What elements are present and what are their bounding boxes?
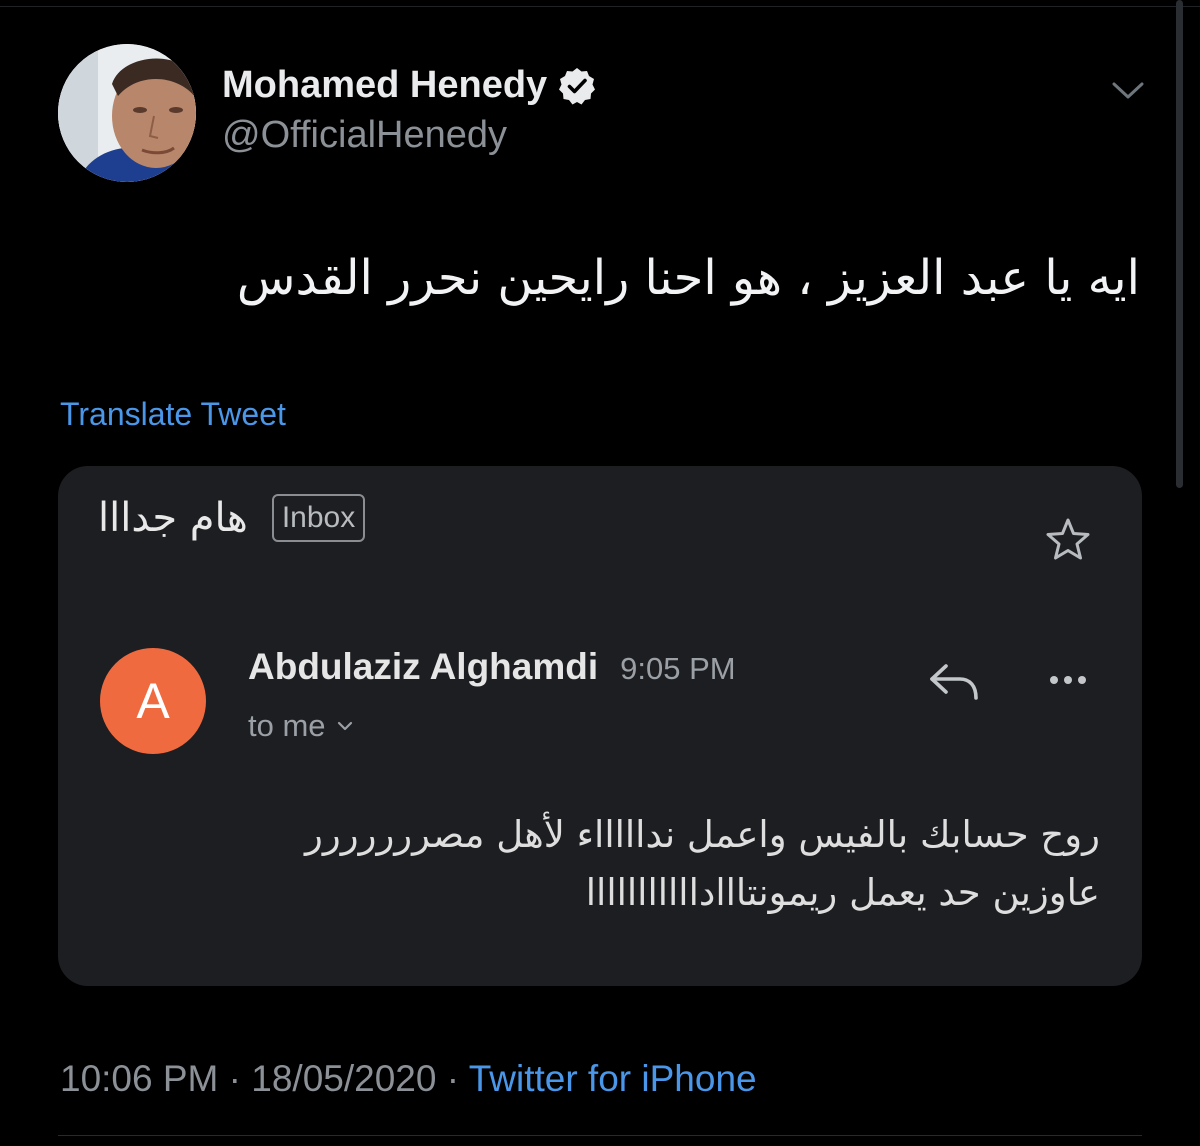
tweet-time[interactable]: 10:06 PM xyxy=(60,1058,218,1099)
sender-avatar: A xyxy=(100,648,206,754)
chevron-down-icon xyxy=(1112,82,1144,99)
star-icon xyxy=(1046,518,1090,560)
translate-tweet-link[interactable]: Translate Tweet xyxy=(60,396,286,433)
more-icon xyxy=(1050,676,1086,684)
verified-badge-icon xyxy=(557,66,597,106)
email-body: روح حسابك بالفيس واعمل نداااااء لأهل مصر… xyxy=(305,806,1100,922)
recipient-line: to me xyxy=(248,708,354,744)
tweet-date[interactable]: 18/05/2020 xyxy=(251,1058,436,1099)
star-button xyxy=(1040,512,1096,568)
tweet-meta: 10:06 PM · 18/05/2020 · Twitter for iPho… xyxy=(60,1058,757,1100)
email-subject: هام جدااا xyxy=(98,495,248,541)
bottom-divider xyxy=(58,1135,1142,1136)
email-body-line: عاوزين حد يعمل ريمونتااادااااااااااا xyxy=(585,871,1100,914)
attached-image[interactable]: هام جدااا Inbox A Abdulaziz Alghamdi 9:0… xyxy=(58,466,1142,986)
top-divider xyxy=(0,6,1200,7)
email-time: 9:05 PM xyxy=(620,651,736,686)
email-subject-row: هام جدااا Inbox xyxy=(98,494,366,542)
inbox-badge: Inbox xyxy=(271,494,366,542)
display-name-text: Mohamed Henedy xyxy=(222,64,548,106)
email-body-line: روح حسابك بالفيس واعمل نداااااء لأهل مصر… xyxy=(304,813,1100,856)
author-handle[interactable]: @OfficialHenedy xyxy=(222,114,507,157)
tweet-text: ايه يا عبد العزيز ، هو احنا رايحين نحرر … xyxy=(236,250,1140,306)
tweet-menu-button[interactable] xyxy=(1104,72,1152,108)
reply-icon xyxy=(930,664,978,700)
more-options-button xyxy=(1040,662,1096,698)
reply-button xyxy=(922,656,986,704)
small-chevron-down-icon xyxy=(337,721,352,731)
tweet-source-link[interactable]: Twitter for iPhone xyxy=(469,1058,757,1099)
scrollbar[interactable] xyxy=(1176,0,1183,488)
author-avatar[interactable] xyxy=(58,44,196,182)
meta-separator: · xyxy=(228,1058,241,1099)
author-display-name[interactable]: Mohamed Henedy xyxy=(222,64,597,107)
recipient-text: to me xyxy=(248,708,326,743)
meta-separator: · xyxy=(446,1058,460,1099)
author-avatar-image xyxy=(58,44,196,182)
sender-name: Abdulaziz Alghamdi xyxy=(248,646,599,687)
sender-line: Abdulaziz Alghamdi 9:05 PM xyxy=(248,646,736,688)
